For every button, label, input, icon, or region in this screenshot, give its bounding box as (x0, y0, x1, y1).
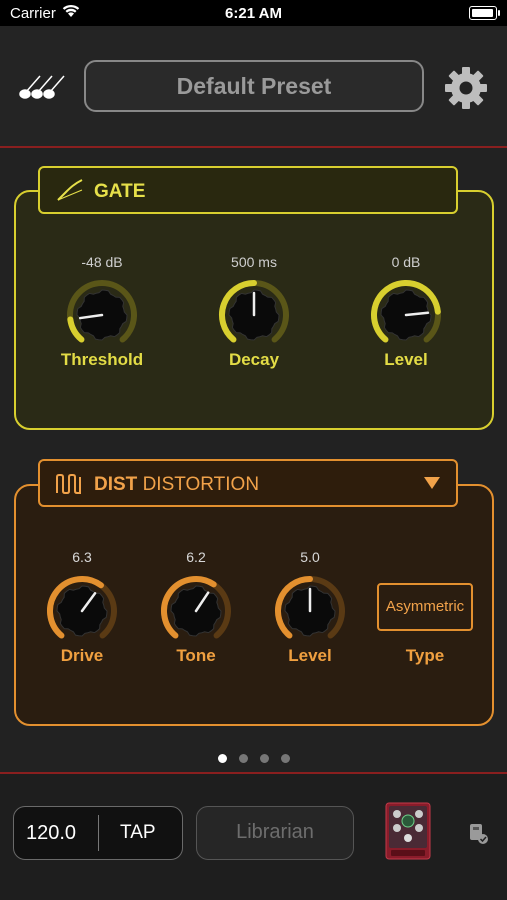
page-dot[interactable] (280, 754, 290, 763)
clock: 6:21 AM (225, 5, 282, 22)
status-bar: Carrier 6:21 AM (0, 0, 507, 26)
page-dot[interactable] (259, 754, 269, 763)
gate-header[interactable]: GATE (38, 166, 458, 214)
pedal-thumbnail[interactable] (385, 802, 431, 860)
decay-label: Decay (228, 350, 280, 369)
tempo-value[interactable]: 120.0 (26, 822, 76, 845)
dist-name: DISTORTION (142, 474, 260, 495)
threshold-label: Threshold (60, 350, 144, 369)
distortion-wave-icon (56, 474, 81, 494)
gate-icon (57, 179, 83, 201)
gate-level-value: 0 dB (391, 254, 421, 270)
type-selector-button[interactable]: Asymmetric (377, 583, 473, 631)
distortion-header[interactable]: DIST DISTORTION (38, 459, 458, 507)
page-indicator[interactable] (0, 750, 507, 763)
decay-knob[interactable] (217, 278, 291, 352)
device-check-icon[interactable] (468, 822, 490, 846)
librarian-button[interactable]: Librarian (196, 806, 354, 860)
dist-level-knob[interactable] (273, 574, 347, 648)
page-dot[interactable] (217, 754, 227, 763)
gear-icon[interactable] (443, 65, 489, 111)
header-divider (0, 146, 507, 148)
dist-level-value: 5.0 (300, 549, 320, 565)
tempo-control: 120.0 TAP (13, 806, 183, 860)
preset-name-button[interactable]: Default Preset (84, 60, 424, 112)
gate-title: GATE (94, 181, 146, 202)
knob-fill-arc (67, 316, 85, 343)
gate-level-label: Level (384, 350, 428, 369)
decay-value: 500 ms (231, 254, 277, 270)
page-dot[interactable] (238, 754, 248, 763)
drive-value: 6.3 (72, 549, 92, 565)
tempo-divider (98, 815, 99, 851)
gate-level-knob[interactable] (369, 278, 443, 352)
tone-knob[interactable] (159, 574, 233, 648)
guitars-icon[interactable] (18, 72, 68, 102)
threshold-value: -48 dB (81, 254, 123, 270)
distortion-title: DIST DISTORTION (94, 474, 259, 496)
dropdown-arrow-icon[interactable] (424, 477, 440, 489)
dist-category: DIST (94, 474, 138, 495)
type-label: Type (405, 646, 445, 665)
tone-value: 6.2 (186, 549, 206, 565)
tap-tempo-button[interactable]: TAP (120, 822, 156, 844)
threshold-knob[interactable] (65, 278, 139, 352)
battery-icon (469, 6, 500, 20)
drive-knob[interactable] (45, 574, 119, 648)
